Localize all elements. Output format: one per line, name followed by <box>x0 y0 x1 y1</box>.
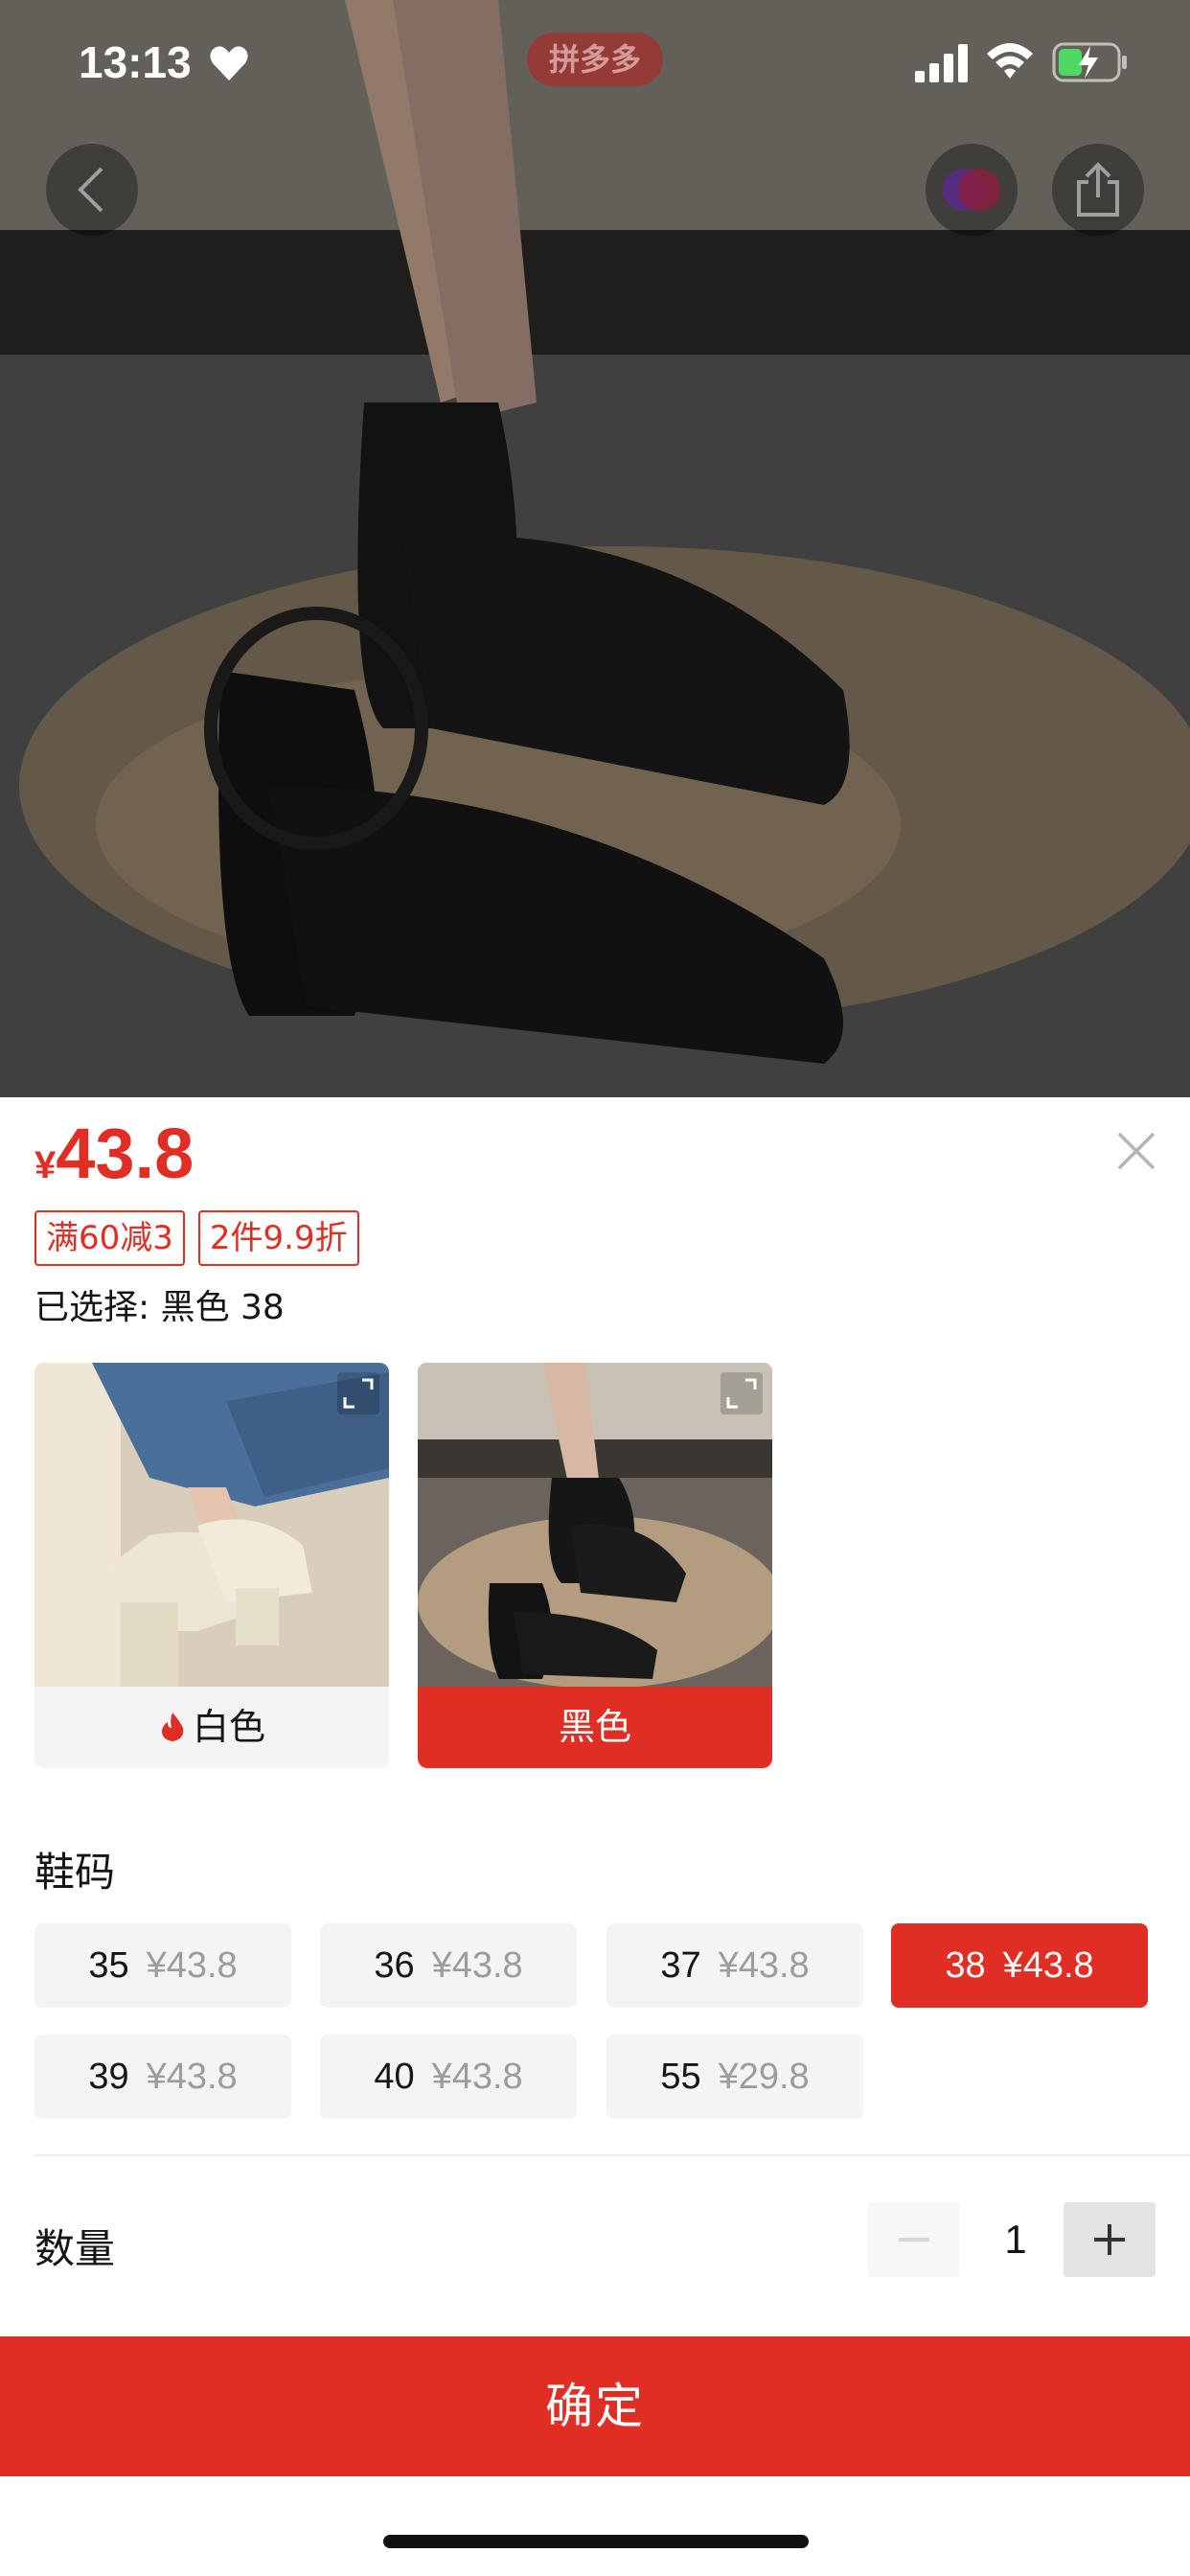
coupon-button[interactable] <box>926 144 1018 236</box>
quantity-decrease-button[interactable] <box>868 2202 960 2277</box>
size-number: 40 <box>374 2057 415 2097</box>
color-label-black: 黑色 <box>418 1687 772 1768</box>
app-badge: 拼多多 <box>527 33 663 86</box>
size-option-37[interactable]: 37 ¥43.8 <box>606 1923 863 2008</box>
size-price: ¥43.8 <box>146 2057 238 2097</box>
size-price: ¥43.8 <box>1002 1945 1094 1986</box>
color-thumb-white <box>34 1363 389 1687</box>
quantity-label: 数量 <box>34 2225 116 2272</box>
size-price: ¥29.8 <box>718 2057 810 2097</box>
size-option-39[interactable]: 39 ¥43.8 <box>34 2035 291 2119</box>
price-currency: ¥ <box>34 1144 57 1186</box>
color-label-text: 白色 <box>192 1706 265 1748</box>
size-price: ¥43.8 <box>431 2057 523 2097</box>
close-icon[interactable] <box>1111 1126 1161 1176</box>
confirm-button[interactable]: 确定 <box>0 2336 1190 2476</box>
size-option-36[interactable]: 36 ¥43.8 <box>320 1923 577 2008</box>
promo-tags: 满60减3 2件9.9折 <box>34 1210 359 1266</box>
coupon-icon <box>943 169 1000 211</box>
selected-variant-text: 已选择: 黑色 38 <box>34 1288 285 1327</box>
price: ¥43.8 <box>34 1113 194 1199</box>
price-value: 43.8 <box>56 1114 195 1193</box>
battery-charging-icon <box>1052 42 1127 82</box>
minus-icon <box>899 2238 929 2242</box>
product-hero-image: 13:13 拼多多 <box>0 0 1190 1097</box>
promo-tag: 满60减3 <box>34 1210 185 1266</box>
share-icon <box>1077 162 1119 217</box>
color-label-text: 黑色 <box>558 1706 631 1748</box>
size-price: ¥43.8 <box>718 1945 810 1986</box>
home-indicator <box>383 2535 809 2548</box>
size-option-38[interactable]: 38 ¥43.8 <box>891 1923 1148 2008</box>
color-thumb-black <box>418 1363 772 1687</box>
heart-icon <box>210 46 248 80</box>
expand-icon[interactable] <box>337 1372 379 1414</box>
share-button[interactable] <box>1052 144 1144 236</box>
wifi-icon <box>987 43 1033 79</box>
size-number: 36 <box>374 1945 415 1986</box>
plus-icon <box>1094 2224 1125 2255</box>
sku-selection-sheet: ¥43.8 满60减3 2件9.9折 已选择: 黑色 38 白色 黑色 鞋码 3… <box>0 1097 1190 2576</box>
status-time: 13:13 <box>79 37 192 87</box>
expand-icon[interactable] <box>721 1372 763 1414</box>
color-label-white: 白色 <box>34 1687 389 1768</box>
color-option-white[interactable]: 白色 <box>34 1363 389 1768</box>
back-button[interactable] <box>46 144 138 236</box>
size-number: 35 <box>88 1945 129 1986</box>
size-option-40[interactable]: 40 ¥43.8 <box>320 2035 577 2119</box>
color-option-black[interactable]: 黑色 <box>418 1363 772 1768</box>
size-number: 55 <box>660 2057 701 2097</box>
promo-tag: 2件9.9折 <box>197 1210 359 1266</box>
size-number: 39 <box>88 2057 129 2097</box>
hot-fire-icon <box>161 1713 184 1741</box>
size-number: 38 <box>945 1945 986 1986</box>
quantity-value[interactable]: 1 <box>970 2202 1062 2277</box>
size-option-55[interactable]: 55 ¥29.8 <box>606 2035 863 2119</box>
size-option-35[interactable]: 35 ¥43.8 <box>34 1923 291 2008</box>
quantity-increase-button[interactable] <box>1064 2202 1156 2277</box>
back-icon <box>78 167 103 213</box>
size-price: ¥43.8 <box>431 1945 523 1986</box>
signal-icon <box>915 44 968 82</box>
size-number: 37 <box>660 1945 701 1986</box>
divider <box>34 2154 1190 2156</box>
size-section-title: 鞋码 <box>34 1849 116 1896</box>
size-price: ¥43.8 <box>146 1945 238 1986</box>
status-bar: 13:13 拼多多 <box>0 0 1190 126</box>
